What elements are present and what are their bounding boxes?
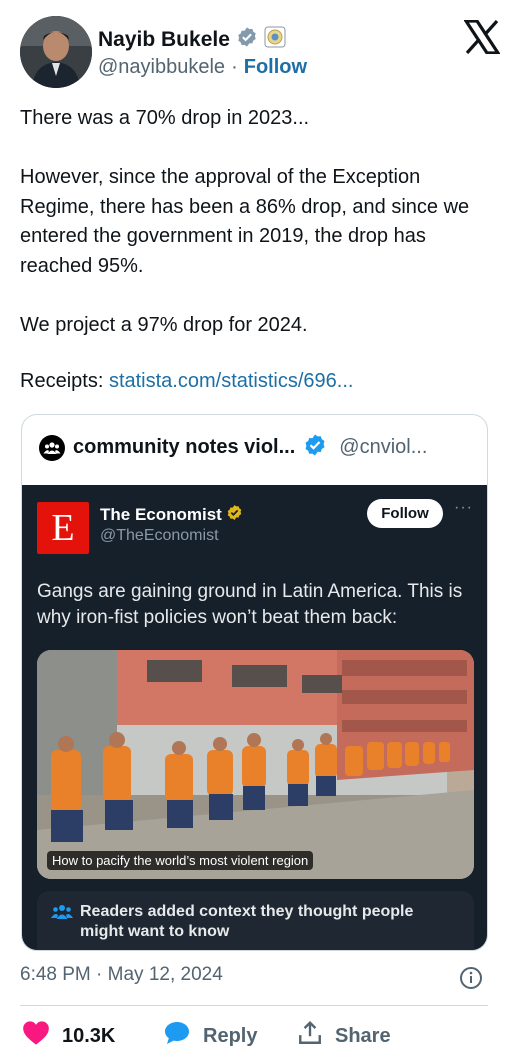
affiliate-seal-icon[interactable] — [264, 26, 286, 53]
embedded-screenshot: E The Economist @TheEconomist Follow ···… — [22, 485, 487, 950]
x-logo-icon[interactable] — [463, 19, 501, 55]
image-caption: How to pacify the world’s most violent r… — [47, 851, 314, 870]
gold-verified-icon — [226, 504, 243, 526]
embedded-tweet-text: Gangs are gaining ground in Latin Americ… — [37, 581, 463, 628]
more-options-icon: ··· — [454, 499, 473, 516]
receipts-row: Receipts: statista.com/statistics/696... — [20, 370, 353, 393]
heart-icon — [22, 1020, 50, 1052]
follow-link[interactable]: Follow — [244, 56, 307, 79]
avatar[interactable] — [20, 16, 92, 88]
share-button[interactable]: Share — [297, 1020, 391, 1052]
share-label: Share — [335, 1024, 391, 1047]
reply-label: Reply — [203, 1024, 258, 1047]
readers-icon — [51, 904, 73, 920]
verified-badge-icon — [236, 26, 258, 53]
receipts-label: Receipts: — [20, 370, 104, 392]
info-icon[interactable] — [459, 966, 483, 990]
community-notes-icon — [39, 434, 65, 461]
readers-context-text: Readers added context they thought peopl… — [80, 903, 414, 940]
quote-author-name[interactable]: community notes viol... — [73, 436, 295, 459]
like-button[interactable]: 10.3K — [22, 1020, 115, 1052]
quote-card[interactable]: community notes viol... @cnviol... E The… — [21, 414, 488, 951]
share-icon — [297, 1020, 323, 1052]
verified-badge-icon — [303, 433, 327, 462]
action-bar: 10.3K Reply Share — [20, 1020, 500, 1056]
divider — [20, 1005, 488, 1006]
reply-bubble-icon — [163, 1020, 191, 1052]
receipts-link[interactable]: statista.com/statistics/696... — [109, 370, 354, 392]
author-handle[interactable]: @nayibbukele — [98, 56, 225, 79]
tweet-text: There was a 70% drop in 2023... However,… — [20, 107, 470, 336]
embedded-follow-button: Follow — [367, 499, 443, 528]
quote-author-handle[interactable]: @cnviol... — [339, 436, 427, 459]
tweet-header: Nayib Bukele @nayibbukele · Follow — [20, 16, 501, 90]
reply-button[interactable]: Reply — [163, 1020, 257, 1052]
embedded-author-name: The Economist — [100, 505, 222, 524]
economist-logo: E — [37, 502, 89, 554]
author-name[interactable]: Nayib Bukele — [98, 28, 230, 52]
embedded-photo: How to pacify the world’s most violent r… — [37, 650, 474, 879]
embedded-author-handle: @TheEconomist — [100, 527, 219, 544]
readers-context-box: Readers added context they thought peopl… — [37, 891, 474, 950]
tweet-timestamp[interactable]: 6:48 PM · May 12, 2024 — [20, 964, 223, 986]
handle-separator: · — [231, 56, 238, 78]
like-count: 10.3K — [62, 1024, 116, 1047]
